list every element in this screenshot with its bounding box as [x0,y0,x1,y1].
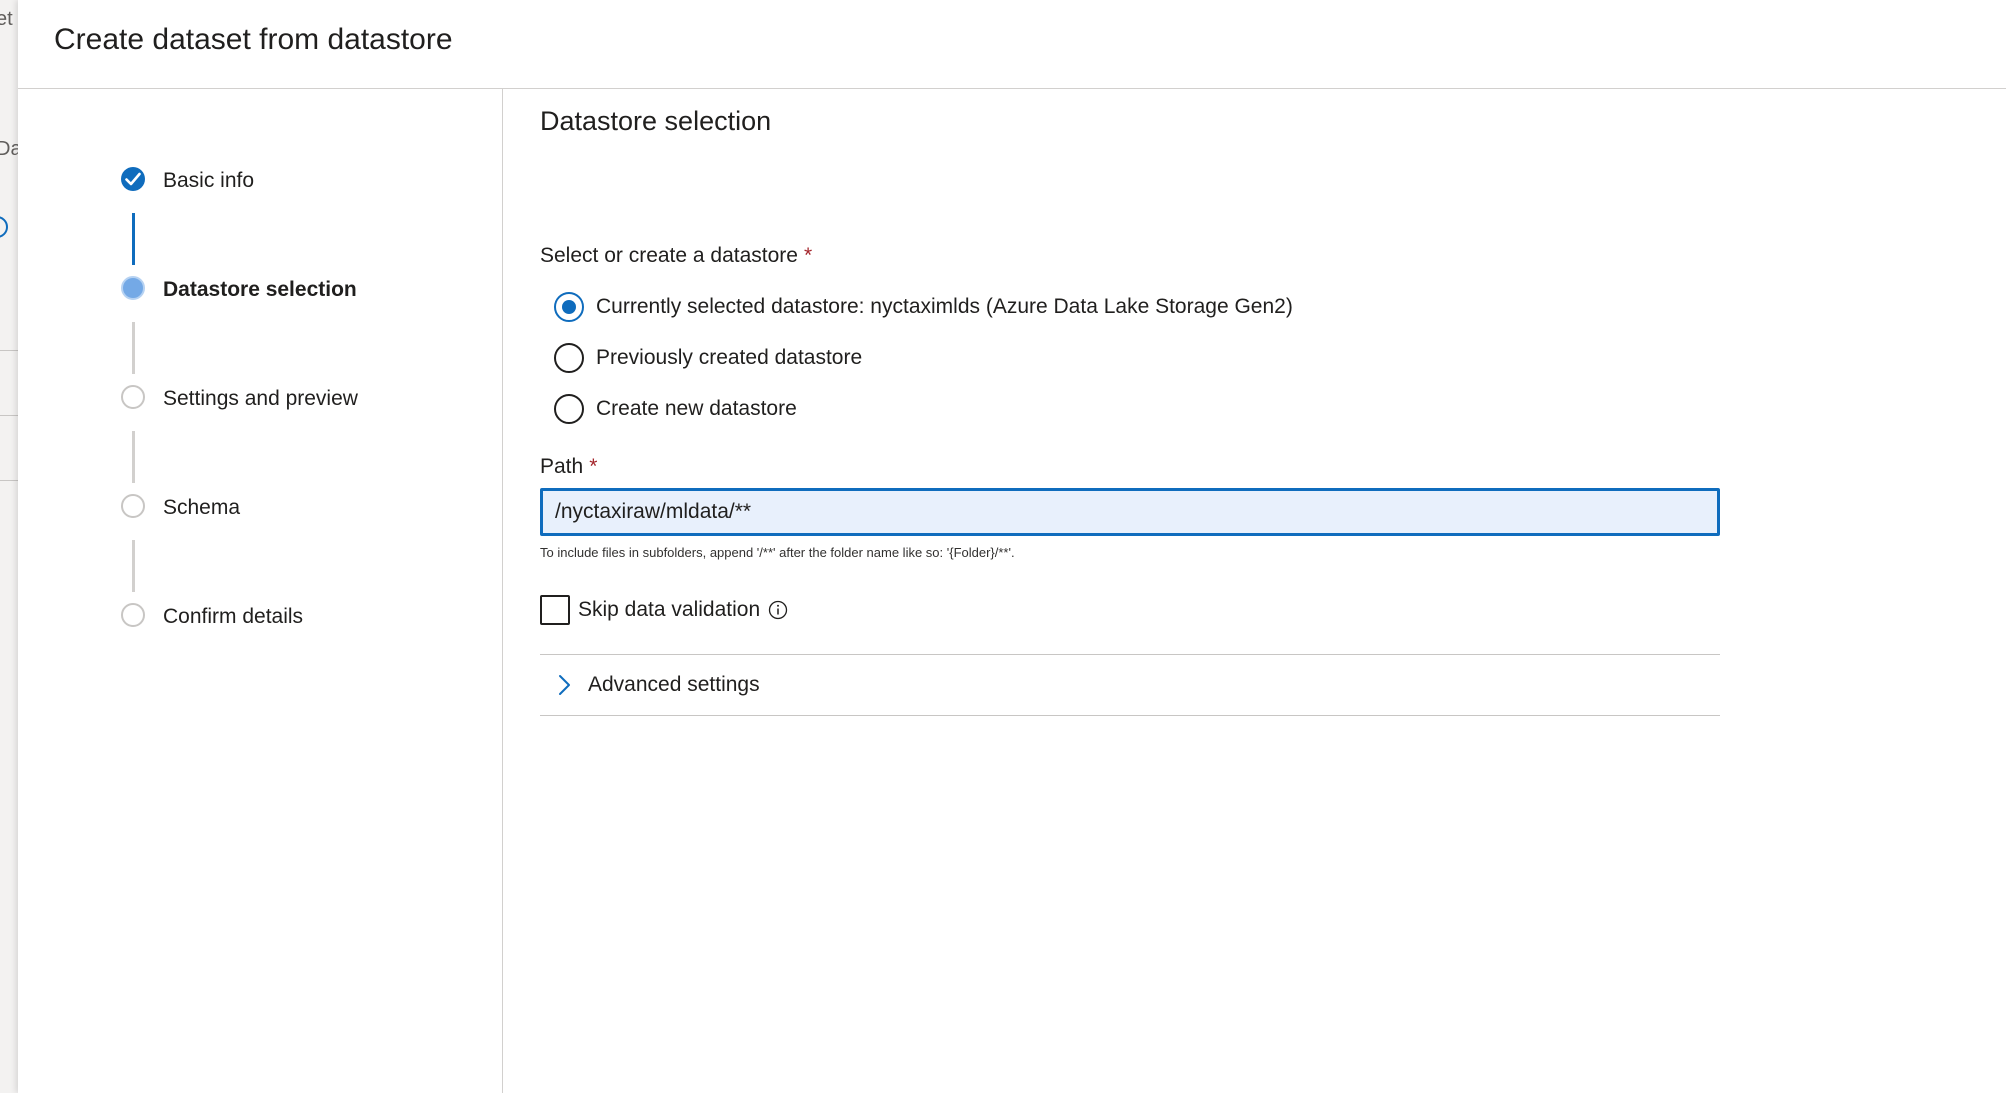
wizard-stepper: Basic info Datastore selection Settings … [18,89,503,1093]
path-input[interactable] [540,488,1720,536]
radio-label: Create new datastore [596,397,797,420]
step-label: Confirm details [163,605,304,628]
step-connector [132,540,135,592]
step-datastore-selection[interactable]: Datastore selection [121,276,481,316]
radio-new-datastore[interactable]: Create new datastore [554,393,797,425]
section-title: Datastore selection [540,106,772,136]
current-step-icon [121,276,145,300]
required-marker: * [803,244,813,267]
panel-header: Create dataset from datastore [18,0,2006,89]
advanced-settings-toggle[interactable]: Advanced settings [540,654,1720,716]
step-basic-info[interactable]: Basic info [121,167,481,207]
radio-button[interactable] [554,292,584,322]
background-text-fragment: et [0,8,13,30]
skip-validation-row[interactable]: Skip data validation [540,594,788,626]
background-page: et Da [0,0,18,1093]
step-connector [132,322,135,374]
step-schema[interactable]: Schema [121,494,481,534]
pending-step-icon [121,494,145,518]
step-label: Settings and preview [163,387,358,410]
background-radio-fragment [0,216,8,238]
radio-current-datastore[interactable]: Currently selected datastore: nyctaximld… [554,291,1293,323]
create-dataset-panel: Create dataset from datastore Basic info… [18,0,2006,1093]
step-connector [132,431,135,483]
radio-button[interactable] [554,343,584,373]
path-label-text: Path [540,455,584,478]
path-label: Path * [540,453,597,481]
advanced-settings-label: Advanced settings [588,673,760,696]
step-label: Basic info [163,169,255,192]
step-label: Schema [163,496,241,519]
chevron-right-icon [559,675,570,695]
radio-previous-datastore[interactable]: Previously created datastore [554,342,862,374]
required-marker: * [589,455,598,478]
panel-title: Create dataset from datastore [54,23,453,56]
pending-step-icon [121,385,145,409]
background-divider [0,480,18,481]
check-circle-icon [121,167,145,191]
skip-validation-label: Skip data validation [578,598,761,621]
pending-step-icon [121,603,145,627]
background-text-fragment: Da [0,138,18,160]
path-hint: To include files in subfolders, append '… [540,545,1015,560]
background-divider [0,415,18,416]
step-confirm-details[interactable]: Confirm details [121,603,481,643]
radio-button[interactable] [554,394,584,424]
radio-label: Currently selected datastore: nyctaximld… [596,295,1293,318]
datastore-group-label-text: Select or create a datastore [540,244,798,267]
info-icon[interactable] [768,600,788,620]
step-settings-and-preview[interactable]: Settings and preview [121,385,481,425]
step-connector [132,213,135,265]
skip-validation-checkbox[interactable] [540,595,570,625]
step-label: Datastore selection [163,278,357,301]
background-divider [0,350,18,351]
radio-label: Previously created datastore [596,346,863,369]
datastore-group-label: Select or create a datastore * [540,242,812,270]
